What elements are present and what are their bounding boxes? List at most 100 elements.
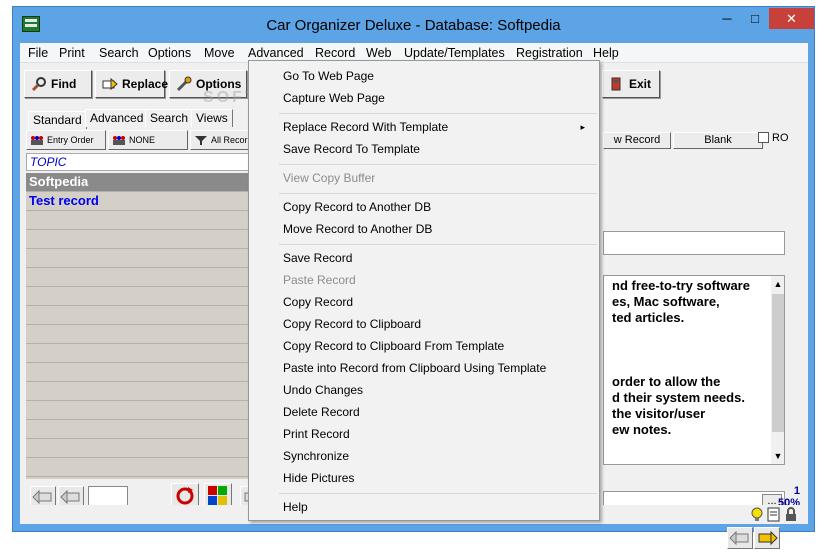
menu-item-move-record-to-another-db[interactable]: Move Record to Another DB <box>251 219 597 240</box>
hand-left-icon <box>60 489 80 505</box>
menu-file[interactable]: File <box>28 46 48 60</box>
record-detail-pane: w Record Blank RO nd free-to-try softwar… <box>603 105 808 549</box>
menu-separator <box>279 193 597 194</box>
tab-views[interactable]: Views <box>191 109 233 127</box>
list-item-empty[interactable] <box>26 458 260 477</box>
menu-item-delete-record[interactable]: Delete Record <box>251 402 597 423</box>
menu-item-print-record[interactable]: Print Record <box>251 424 597 445</box>
menu-options[interactable]: Options <box>148 46 191 60</box>
menu-item-copy-record-to-another-db[interactable]: Copy Record to Another DB <box>251 197 597 218</box>
notes-line: the visitor/user <box>612 406 706 421</box>
read-only-label: RO <box>772 132 789 144</box>
menu-item-copy-record-to-clipboard[interactable]: Copy Record to Clipboard <box>251 314 597 335</box>
tab-search[interactable]: Search <box>145 109 194 127</box>
sort-entry-order-button[interactable]: Entry Order <box>26 130 106 150</box>
list-item-empty[interactable] <box>26 439 260 458</box>
list-item-empty[interactable] <box>26 401 260 420</box>
list-item-empty[interactable] <box>26 344 260 363</box>
notes-line: nd free-to-try software <box>612 278 750 293</box>
menu-web[interactable]: Web <box>366 46 391 60</box>
menu-item-go-to-web-page[interactable]: Go To Web Page <box>251 66 597 87</box>
record-count: 1 <box>793 485 800 497</box>
maximize-button[interactable]: □ <box>741 8 769 29</box>
menu-registration[interactable]: Registration <box>516 46 583 60</box>
notes-line: order to allow the <box>612 374 721 389</box>
notes-textarea[interactable]: nd free-to-try software es, Mac software… <box>603 275 785 465</box>
menu-advanced[interactable]: Advanced <box>248 46 304 60</box>
menu-item-help[interactable]: Help <box>251 497 597 518</box>
notes-line: d their system needs. <box>612 390 745 405</box>
menu-update-templates[interactable]: Update/Templates <box>404 46 505 60</box>
last-record-hand-button[interactable] <box>727 527 753 549</box>
sort-none-button[interactable]: NONE <box>108 130 188 150</box>
menu-item-synchronize[interactable]: Synchronize <box>251 446 597 467</box>
menu-separator <box>279 113 597 114</box>
menu-item-paste-into-record-using-template[interactable]: Paste into Record from Clipboard Using T… <box>251 358 597 379</box>
blank-button[interactable]: Blank <box>673 132 763 149</box>
new-record-button[interactable]: w Record <box>603 132 671 149</box>
notes-line: ted articles. <box>612 310 685 325</box>
record-context-menu: Go To Web Page Capture Web Page Replace … <box>248 60 600 521</box>
find-label: Find <box>51 77 77 91</box>
notes-scrollbar[interactable]: ▲ ▼ <box>771 276 784 464</box>
read-only-checkbox[interactable] <box>758 132 769 143</box>
scroll-down-arrow-icon[interactable]: ▼ <box>771 448 784 464</box>
menu-record[interactable]: Record <box>315 46 355 60</box>
menu-item-paste-record[interactable]: Paste Record <box>251 270 597 291</box>
title-bar[interactable]: Car Organizer Deluxe - Database: Softped… <box>13 7 814 43</box>
list-item-empty[interactable] <box>26 420 260 439</box>
document-icon[interactable] <box>767 507 781 522</box>
window-title: Car Organizer Deluxe - Database: Softped… <box>266 17 561 34</box>
list-item-empty[interactable] <box>26 382 260 401</box>
magnifier-icon <box>31 77 46 92</box>
menu-item-save-record-to-template[interactable]: Save Record To Template <box>251 139 597 160</box>
scroll-thumb[interactable] <box>772 294 784 432</box>
menu-item-replace-record-with-template[interactable]: Replace Record With Template ▸ <box>251 117 597 138</box>
menu-item-label: Replace Record With Template <box>283 120 449 134</box>
record-list: Softpedia Test record <box>26 173 260 479</box>
list-item-empty[interactable] <box>26 211 260 230</box>
scroll-up-arrow-icon[interactable]: ▲ <box>771 276 784 292</box>
topic-column-header[interactable]: TOPIC <box>26 153 260 171</box>
tab-advanced[interactable]: Advanced <box>85 109 149 127</box>
list-item-empty[interactable] <box>26 363 260 382</box>
menu-item-view-copy-buffer[interactable]: View Copy Buffer <box>251 168 597 189</box>
menu-move[interactable]: Move <box>204 46 235 60</box>
menu-help[interactable]: Help <box>593 46 619 60</box>
close-button[interactable]: ✕ <box>769 8 814 29</box>
menu-item-undo-changes[interactable]: Undo Changes <box>251 380 597 401</box>
tools-icon <box>176 76 192 92</box>
list-item[interactable]: Test record <box>26 192 260 211</box>
list-item[interactable]: Softpedia <box>26 173 260 192</box>
replace-button[interactable]: Replace <box>95 70 168 98</box>
people-icon <box>31 136 43 145</box>
menu-item-hide-pictures[interactable]: Hide Pictures <box>251 468 597 489</box>
exit-button[interactable]: Exit <box>602 70 660 98</box>
lightbulb-icon[interactable] <box>750 507 764 522</box>
menu-item-copy-record-to-clipboard-from-template[interactable]: Copy Record to Clipboard From Template <box>251 336 597 357</box>
sort-bar: Entry Order NONE All Recor <box>26 130 260 150</box>
notes-line: es, Mac software, <box>612 294 720 309</box>
minimize-button[interactable]: ─ <box>713 8 741 29</box>
find-button[interactable]: Find <box>24 70 92 98</box>
list-item-empty[interactable] <box>26 249 260 268</box>
replace-hand-icon <box>102 77 118 91</box>
list-item-empty[interactable] <box>26 287 260 306</box>
record-title-field[interactable] <box>603 231 785 255</box>
menu-separator <box>279 493 597 494</box>
menu-item-capture-web-page[interactable]: Capture Web Page <box>251 88 597 109</box>
lock-icon[interactable] <box>784 507 798 522</box>
tab-standard[interactable]: Standard <box>28 111 87 129</box>
menu-item-copy-record[interactable]: Copy Record <box>251 292 597 313</box>
all-records-label: All Recor <box>211 135 248 145</box>
list-item-empty[interactable] <box>26 230 260 249</box>
read-only-toggle[interactable]: RO <box>758 132 789 144</box>
menu-print[interactable]: Print <box>59 46 85 60</box>
filter-funnel-icon <box>195 136 207 145</box>
list-item-empty[interactable] <box>26 325 260 344</box>
list-item-empty[interactable] <box>26 306 260 325</box>
next-hand-button[interactable] <box>754 527 780 549</box>
menu-search[interactable]: Search <box>99 46 139 60</box>
list-item-empty[interactable] <box>26 268 260 287</box>
menu-item-save-record[interactable]: Save Record <box>251 248 597 269</box>
